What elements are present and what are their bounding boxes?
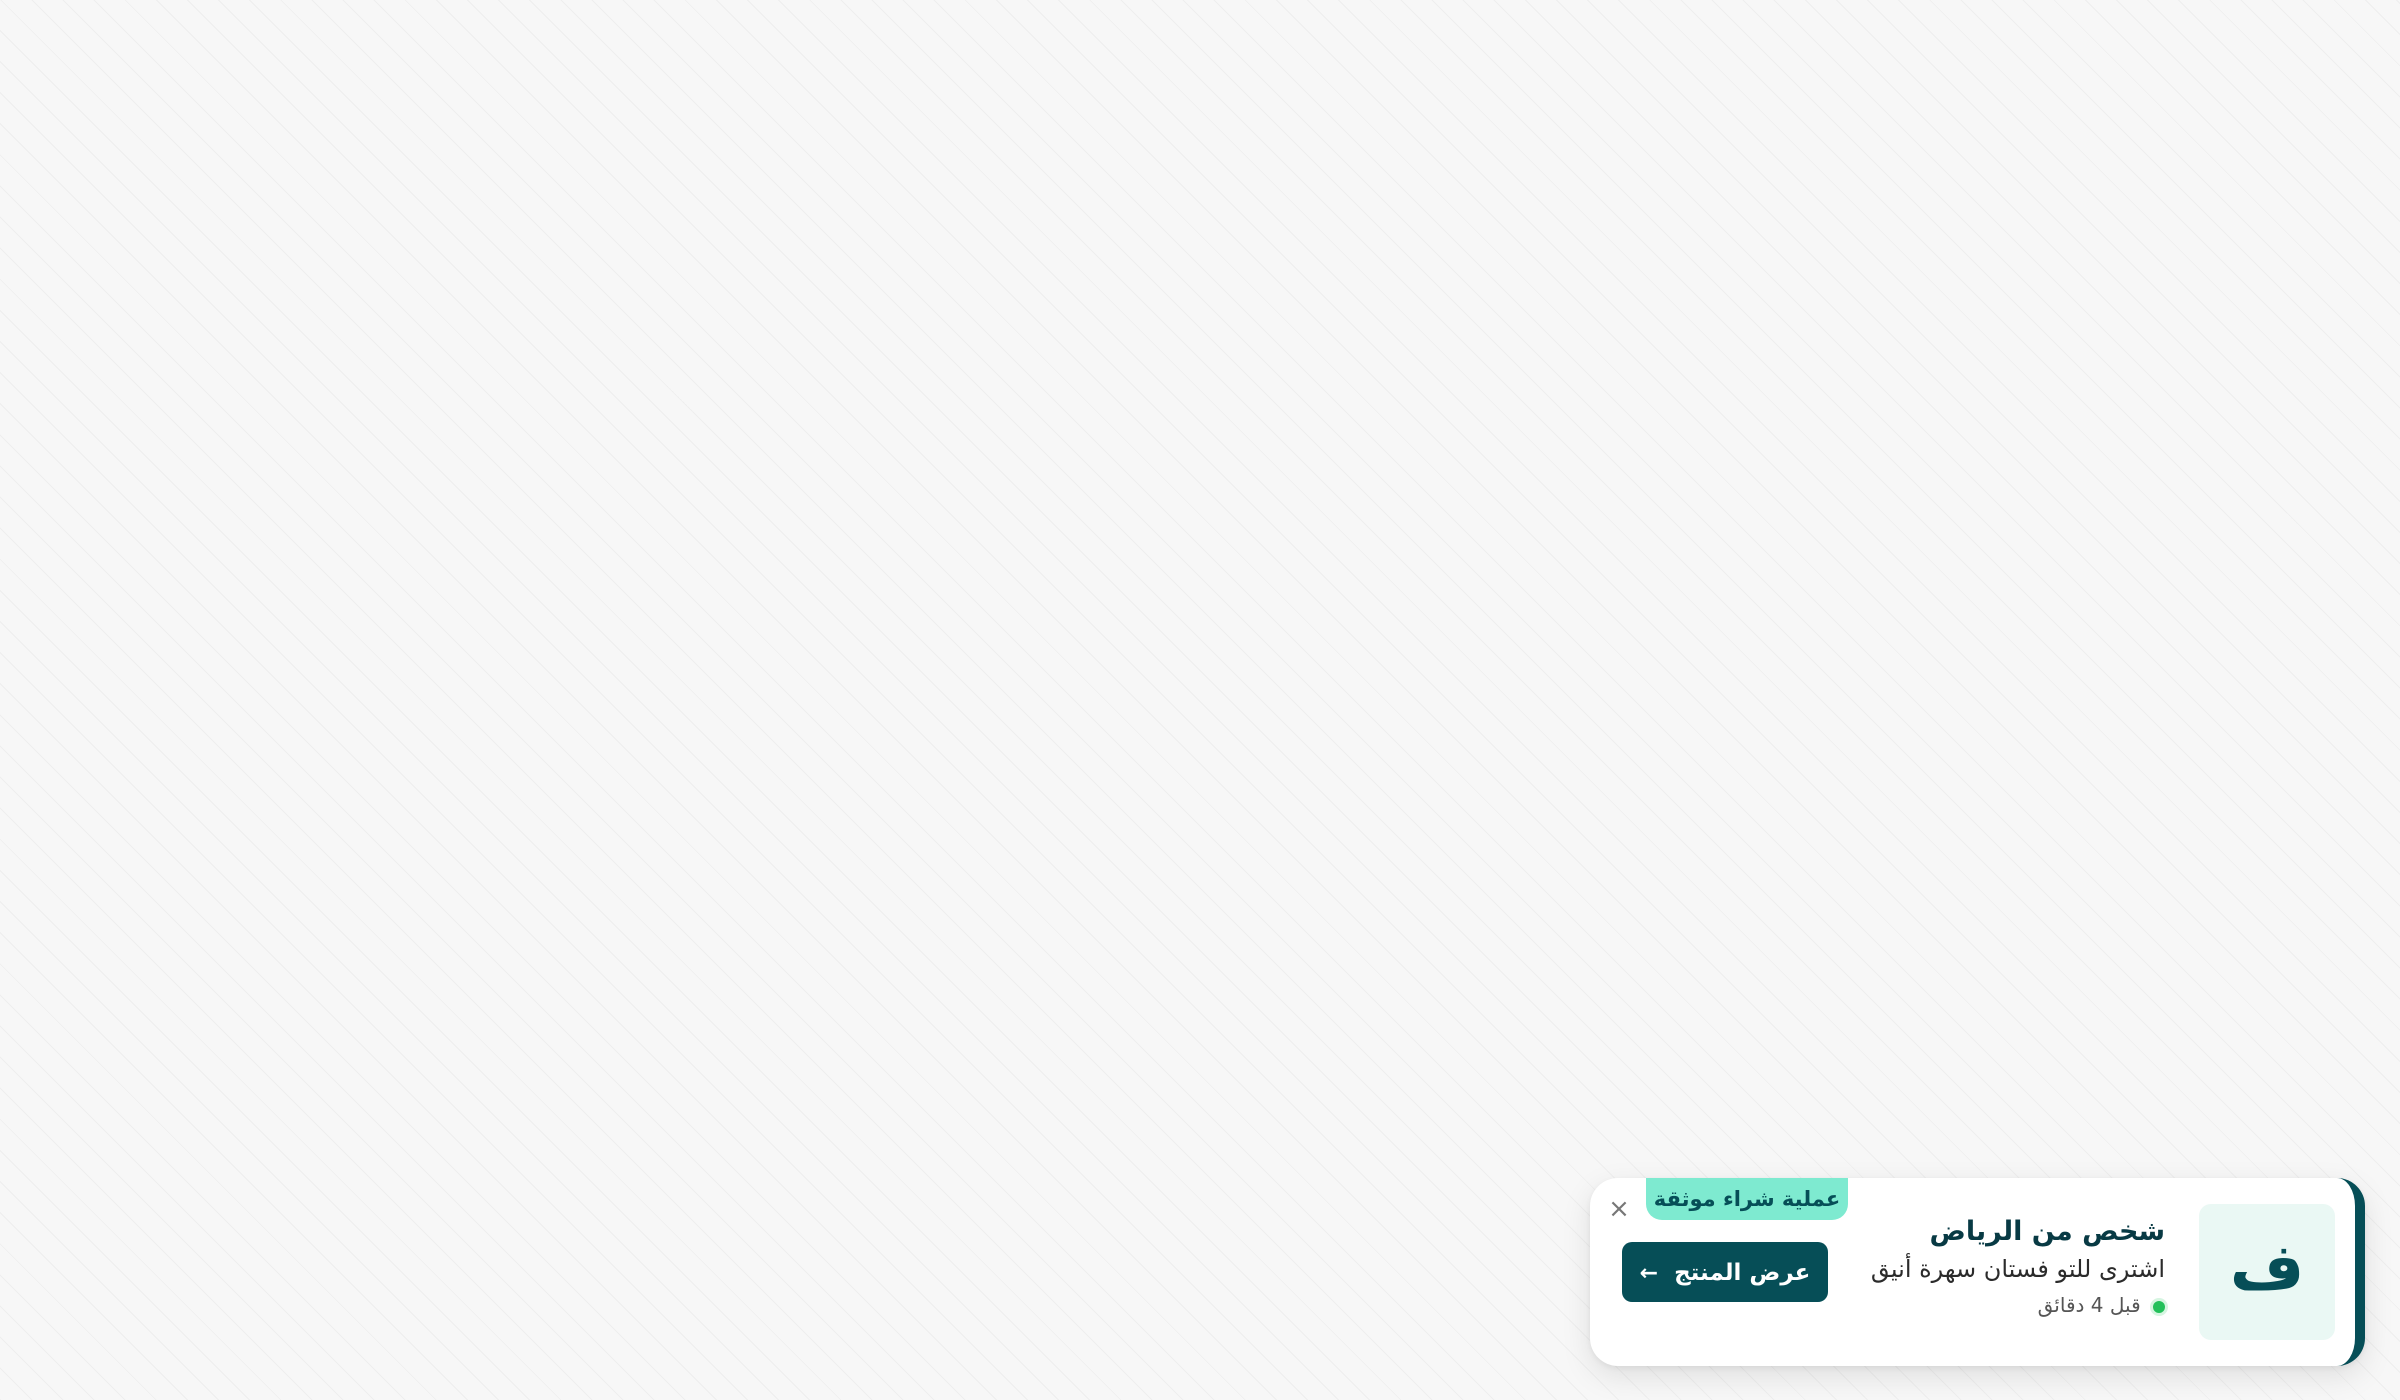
view-product-button[interactable]: عرض المنتج ← [1622,1242,1828,1302]
notification-title: شخص من الرياض [1929,1216,2165,1247]
notification-time-row: قبل 4 دقائق [1865,1290,2165,1320]
avatar: ف [2199,1204,2335,1340]
notification-content: شخص من الرياض اشترى للتو فستان سهرة أنيق… [1865,1214,2165,1320]
page-background: { "notification": { "badge": "عملية شراء… [0,0,2400,1400]
notification-time: قبل 4 دقائق [2037,1293,2141,1317]
online-status-icon [2153,1300,2165,1313]
purchase-notification: عملية شراء موثقة × ف شخص من الرياض اشترى… [1590,1178,2365,1366]
arrow-left-icon: ← [1639,1261,1659,1286]
notification-description: اشترى للتو فستان سهرة أنيق [1870,1255,2165,1283]
close-icon[interactable]: × [1604,1194,1634,1224]
view-product-label: عرض المنتج [1674,1260,1811,1286]
verified-purchase-badge: عملية شراء موثقة [1646,1178,1848,1220]
